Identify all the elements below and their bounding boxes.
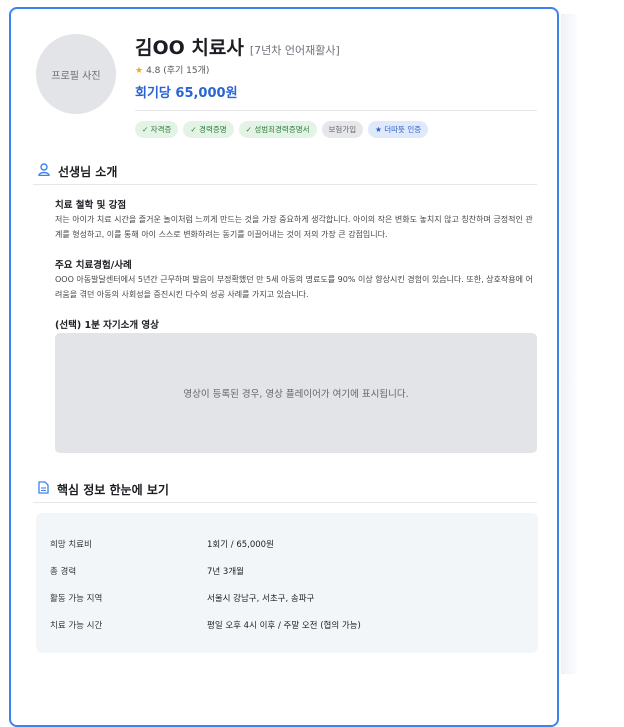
summary-section-title: 핵심 정보 한눈에 보기: [38, 481, 169, 498]
therapist-name-heading: 김OO 치료사 [7년차 언어재활사]: [135, 33, 340, 60]
info-key: 치료 가능 시간: [50, 621, 103, 631]
badge-criminal-record-check: ✓ 성범죄경력증명서: [238, 121, 317, 138]
badge-certificate: ✓ 자격증: [135, 121, 179, 138]
star-icon: ★: [135, 66, 144, 76]
info-key: 희망 치료비: [50, 540, 92, 550]
experience-heading: 주요 치료경험/사례: [55, 260, 132, 271]
person-icon: [38, 163, 50, 180]
info-row: 희망 치료비 1회기 / 65,000원: [50, 538, 274, 550]
info-key: 총 경력: [50, 567, 77, 577]
info-row: 총 경력 7년 3개월: [50, 565, 244, 577]
therapist-profile-card: 프로필 사진 김OO 치료사 [7년차 언어재활사] ★ 4.8 (후기 15개) …: [9, 7, 559, 727]
video-heading: (선택) 1분 자기소개 영상: [55, 320, 159, 331]
info-row: 치료 가능 시간 평일 오후 4시 이후 / 주말 오전 (협의 가능): [50, 619, 361, 631]
verification-badges: ✓ 자격증 ✓ 경력증명 ✓ 성범죄경력증명서 보험가입 ★ 더따뜻 인증: [135, 121, 429, 138]
philosophy-heading: 치료 철학 및 강점: [55, 200, 127, 211]
info-key: 활동 가능 지역: [50, 594, 103, 604]
experience-text: OOO 아동발달센터에서 5년간 근무하며 발음이 부정확했던 만 5세 아동의…: [55, 275, 533, 299]
header-divider: [135, 110, 537, 111]
therapist-name: 김OO 치료사: [135, 37, 244, 59]
summary-section-divider: [33, 502, 537, 503]
badge-certified: ★ 더따뜻 인증: [368, 121, 429, 138]
video-placeholder-text: 영상이 등록된 경우, 영상 플레이어가 여기에 표시됩니다.: [183, 389, 409, 400]
intro-section-title: 선생님 소개: [38, 163, 117, 180]
info-value: 7년 3개월: [207, 567, 244, 577]
video-placeholder: 영상이 등록된 경우, 영상 플레이어가 여기에 표시됩니다.: [55, 333, 537, 453]
document-icon: [38, 481, 49, 498]
summary-title-text: 핵심 정보 한눈에 보기: [57, 483, 169, 497]
rating-text: 4.8 (후기 15개): [146, 66, 210, 76]
profile-photo-placeholder: 프로필 사진: [36, 34, 116, 114]
session-price: 회기당 65,000원: [135, 86, 238, 101]
intro-title-text: 선생님 소개: [58, 165, 118, 179]
info-row: 활동 가능 지역 서울시 강남구, 서초구, 송파구: [50, 592, 314, 604]
info-value: 평일 오후 4시 이후 / 주말 오전 (협의 가능): [207, 621, 361, 631]
therapist-subtitle: [7년차 언어재활사]: [249, 44, 340, 57]
info-value: 1회기 / 65,000원: [207, 540, 274, 550]
info-value: 서울시 강남구, 서초구, 송파구: [207, 594, 315, 604]
rating: ★ 4.8 (후기 15개): [135, 63, 209, 76]
profile-photo-label: 프로필 사진: [51, 70, 101, 82]
page-edge-shadow: [561, 14, 577, 674]
badge-career-proof: ✓ 경력증명: [183, 121, 234, 138]
intro-section-divider: [33, 184, 537, 185]
philosophy-text: 저는 아이가 치료 시간을 즐거운 놀이처럼 느끼게 만드는 것을 가장 중요하…: [55, 215, 533, 239]
summary-info-box: 희망 치료비 1회기 / 65,000원 총 경력 7년 3개월 활동 가능 지…: [36, 513, 538, 653]
badge-insurance: 보험가입: [321, 121, 364, 138]
